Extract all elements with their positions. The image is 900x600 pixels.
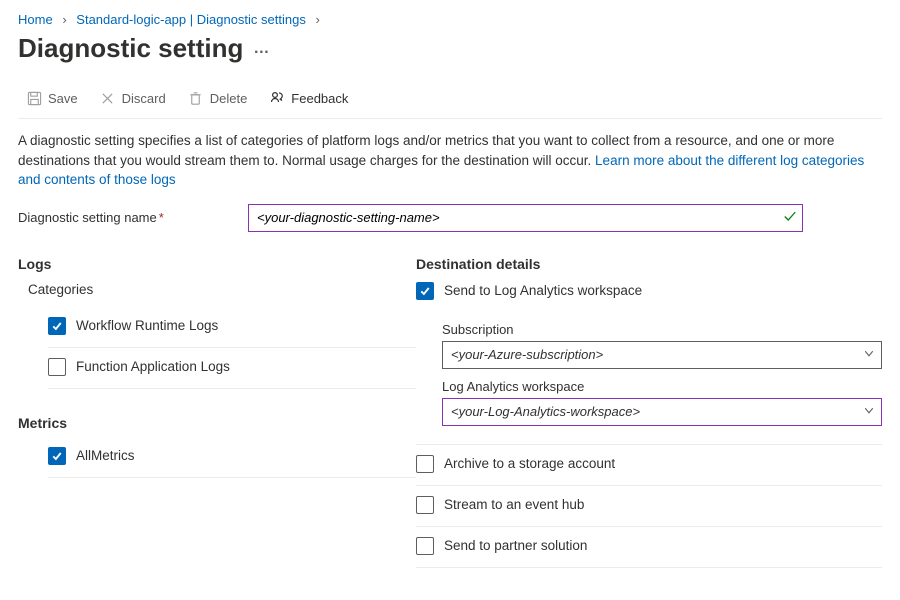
feedback-button[interactable]: Feedback bbox=[261, 86, 356, 110]
subscription-label: Subscription bbox=[442, 322, 882, 337]
checkbox-send-law[interactable] bbox=[416, 282, 434, 300]
metrics-row[interactable]: AllMetrics bbox=[48, 437, 416, 478]
log-category-row[interactable]: Workflow Runtime Logs bbox=[48, 307, 416, 348]
workspace-select[interactable]: <your-Log-Analytics-workspace> bbox=[442, 398, 882, 426]
destination-row-archive[interactable]: Archive to a storage account bbox=[416, 445, 882, 486]
metrics-label: AllMetrics bbox=[76, 448, 135, 463]
discard-label: Discard bbox=[122, 91, 166, 106]
destination-label: Send to partner solution bbox=[444, 538, 587, 553]
subscription-value: <your-Azure-subscription> bbox=[451, 347, 603, 362]
page-title: Diagnostic setting … bbox=[18, 33, 882, 64]
delete-label: Delete bbox=[210, 91, 248, 106]
destination-row-law[interactable]: Send to Log Analytics workspace bbox=[416, 282, 882, 312]
checkbox-allmetrics[interactable] bbox=[48, 447, 66, 465]
description-text: A diagnostic setting specifies a list of… bbox=[18, 131, 882, 190]
valid-check-icon bbox=[783, 209, 797, 226]
logs-section-title: Logs bbox=[18, 256, 416, 272]
log-category-label: Workflow Runtime Logs bbox=[76, 318, 218, 333]
destination-section-title: Destination details bbox=[416, 256, 882, 272]
breadcrumb: Home › Standard-logic-app | Diagnostic s… bbox=[18, 12, 882, 27]
checkbox-workflow-runtime[interactable] bbox=[48, 317, 66, 335]
workspace-value: <your-Log-Analytics-workspace> bbox=[451, 404, 640, 419]
toolbar: Save Discard Delete Feedback bbox=[18, 82, 882, 119]
categories-label: Categories bbox=[28, 282, 416, 297]
page-title-text: Diagnostic setting bbox=[18, 33, 243, 64]
checkbox-stream[interactable] bbox=[416, 496, 434, 514]
save-icon bbox=[26, 90, 42, 106]
required-asterisk: * bbox=[159, 210, 164, 225]
feedback-label: Feedback bbox=[291, 91, 348, 106]
name-field-label: Diagnostic setting name* bbox=[18, 210, 248, 225]
delete-icon bbox=[188, 90, 204, 106]
save-label: Save bbox=[48, 91, 78, 106]
destination-label: Archive to a storage account bbox=[444, 456, 615, 471]
discard-button[interactable]: Discard bbox=[92, 86, 174, 110]
delete-button[interactable]: Delete bbox=[180, 86, 256, 110]
breadcrumb-app[interactable]: Standard-logic-app | Diagnostic settings bbox=[76, 12, 306, 27]
subscription-select[interactable]: <your-Azure-subscription> bbox=[442, 341, 882, 369]
chevron-right-icon: › bbox=[315, 12, 319, 27]
log-category-row[interactable]: Function Application Logs bbox=[48, 348, 416, 389]
metrics-section-title: Metrics bbox=[18, 415, 416, 431]
workspace-label: Log Analytics workspace bbox=[442, 379, 882, 394]
destination-label: Stream to an event hub bbox=[444, 497, 584, 512]
destination-label: Send to Log Analytics workspace bbox=[444, 283, 642, 298]
chevron-down-icon bbox=[863, 404, 875, 419]
save-button[interactable]: Save bbox=[18, 86, 86, 110]
chevron-right-icon: › bbox=[62, 12, 66, 27]
chevron-down-icon bbox=[863, 347, 875, 362]
feedback-icon bbox=[269, 90, 285, 106]
log-category-label: Function Application Logs bbox=[76, 359, 230, 374]
breadcrumb-home[interactable]: Home bbox=[18, 12, 53, 27]
checkbox-archive[interactable] bbox=[416, 455, 434, 473]
diagnostic-name-input[interactable] bbox=[248, 204, 803, 232]
name-field-row: Diagnostic setting name* bbox=[18, 204, 882, 232]
checkbox-partner[interactable] bbox=[416, 537, 434, 555]
destination-row-partner[interactable]: Send to partner solution bbox=[416, 527, 882, 568]
discard-icon bbox=[100, 90, 116, 106]
checkbox-function-app-logs[interactable] bbox=[48, 358, 66, 376]
ellipsis-icon[interactable]: … bbox=[253, 40, 271, 58]
destination-row-stream[interactable]: Stream to an event hub bbox=[416, 486, 882, 527]
